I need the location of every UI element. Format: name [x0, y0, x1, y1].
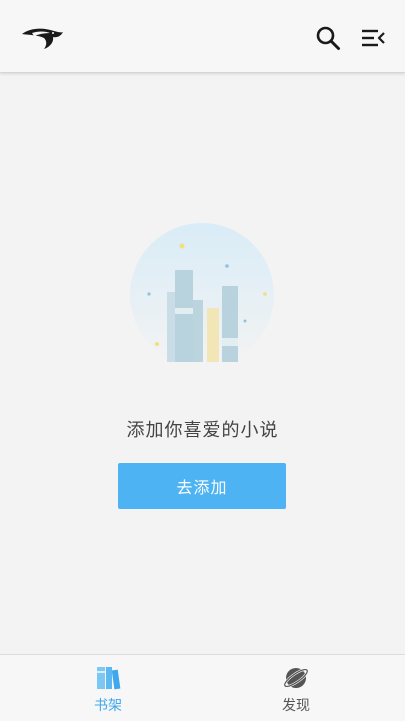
bird-logo-icon — [22, 28, 63, 49]
search-icon[interactable] — [314, 24, 342, 52]
tab-discover[interactable]: 发现 — [236, 655, 356, 721]
app-bar — [0, 0, 405, 73]
menu-icon[interactable] — [359, 24, 387, 52]
books-illustration — [130, 223, 274, 367]
bottom-nav: 书架 发现 — [0, 654, 405, 721]
tab-discover-label: 发现 — [282, 698, 310, 714]
tab-bookshelf-label: 书架 — [94, 698, 122, 714]
bookshelf-icon — [97, 667, 121, 690]
tab-bookshelf[interactable]: 书架 — [48, 655, 168, 721]
add-novel-button[interactable]: 去添加 — [118, 463, 286, 509]
planet-icon — [283, 668, 309, 688]
empty-message: 添加你喜爱的小说 — [126, 420, 279, 441]
